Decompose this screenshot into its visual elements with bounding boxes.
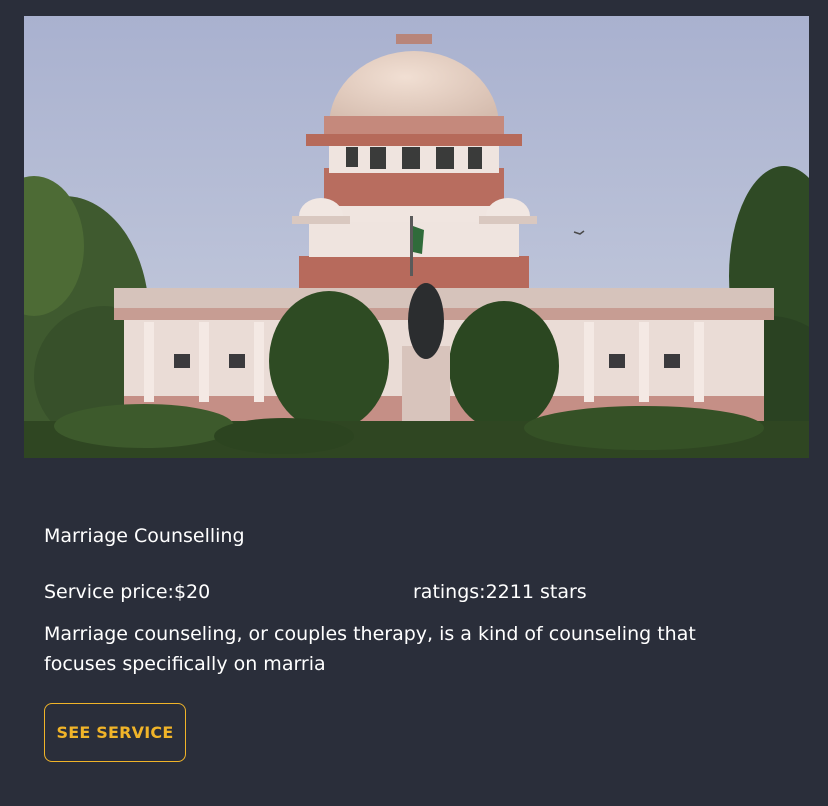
court-building-illustration bbox=[24, 16, 809, 458]
service-image bbox=[24, 16, 809, 458]
service-card: Marriage Counselling Service price:$20 r… bbox=[0, 0, 828, 806]
service-description: Marriage counseling, or couples therapy,… bbox=[44, 623, 696, 675]
see-service-button[interactable]: SEE SERVICE bbox=[44, 703, 186, 762]
service-meta: Service price:$20 ratings:2211 stars bbox=[44, 578, 784, 606]
service-price: Service price:$20 bbox=[44, 581, 211, 603]
service-title: Marriage Counselling bbox=[44, 525, 245, 547]
service-ratings: ratings:2211 stars bbox=[413, 581, 587, 603]
